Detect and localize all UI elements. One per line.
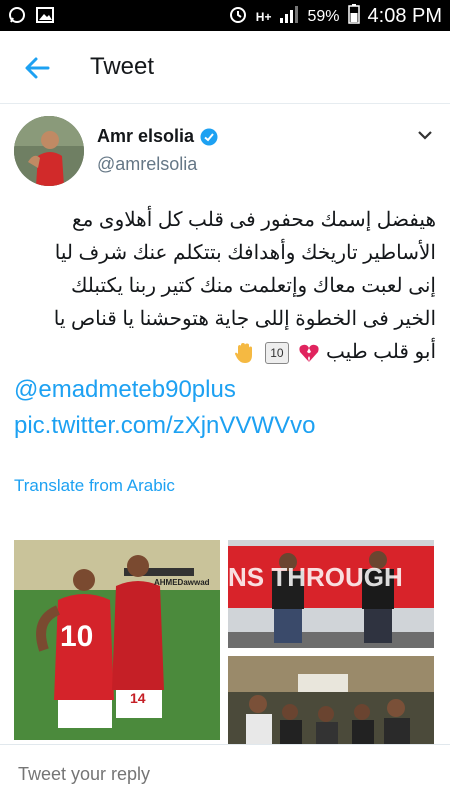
keycap-ten-icon: 10 bbox=[264, 341, 289, 364]
author-name-row[interactable]: Amr elsolia bbox=[97, 126, 218, 147]
tweet-text-line: أبو قلب طيب bbox=[326, 341, 436, 363]
battery-icon bbox=[347, 4, 360, 29]
image-icon bbox=[36, 6, 54, 29]
jersey-number: 10 bbox=[60, 620, 94, 653]
tweet-text-line: الخير فى الخطوة إللى جاية هتوحشنا يا قنا… bbox=[53, 308, 436, 330]
translate-link[interactable]: Translate from Arabic bbox=[14, 476, 175, 496]
alarm-icon bbox=[228, 4, 248, 29]
author-handle[interactable]: @amrelsolia bbox=[97, 154, 197, 175]
tweet-text-last-line: أبو قلب طيب 10 bbox=[14, 336, 436, 369]
tweet-text-line: إنى لعبت معاك وإتعلمت منك كتير ربنا يكتب… bbox=[70, 275, 436, 297]
tweet-text-line: الأساطير تاريخك وأهدافك بتتكلم عنك شرف ل… bbox=[54, 242, 436, 264]
author-name: Amr elsolia bbox=[97, 126, 195, 146]
app-bar: Tweet bbox=[0, 31, 450, 104]
broken-heart-icon bbox=[298, 342, 320, 364]
avatar[interactable] bbox=[14, 116, 84, 186]
mention-link[interactable]: @emadmeteb90plus bbox=[14, 376, 236, 404]
battery-label: 59% bbox=[307, 7, 340, 25]
jersey-number-2: 14 bbox=[130, 690, 146, 706]
verified-badge-icon bbox=[200, 128, 218, 146]
photo-1[interactable]: 10 14 AHMEDawwad bbox=[14, 540, 220, 740]
status-bar: H+ 59% 4:08 PM bbox=[0, 0, 450, 31]
photo-2[interactable]: NS THROUGH bbox=[228, 540, 434, 648]
photo-3[interactable] bbox=[228, 656, 434, 746]
whatsapp-icon bbox=[8, 6, 26, 29]
back-arrow-icon[interactable] bbox=[22, 53, 52, 83]
photo-caption: NS THROUGH bbox=[228, 562, 403, 592]
signal-icon bbox=[279, 5, 299, 28]
media-grid: 10 14 AHMEDawwad NS THROUGH bbox=[14, 540, 434, 760]
network-label: H+ bbox=[255, 9, 272, 24]
page-title: Tweet bbox=[90, 53, 155, 80]
chevron-down-icon[interactable] bbox=[416, 126, 434, 144]
reply-bar bbox=[0, 744, 450, 801]
tweet-text: هيفضل إسمك محفور فى قلب كل أهلاوى مع الأ… bbox=[14, 204, 436, 369]
raised-hand-icon bbox=[233, 342, 255, 364]
clock: 4:08 PM bbox=[367, 5, 442, 27]
pic-link[interactable]: pic.twitter.com/zXjnVVWVvo bbox=[14, 412, 315, 440]
reply-input[interactable] bbox=[16, 763, 420, 786]
photo-caption: AHMEDawwad bbox=[154, 578, 210, 587]
tweet-text-line: هيفضل إسمك محفور فى قلب كل أهلاوى مع bbox=[72, 209, 436, 231]
